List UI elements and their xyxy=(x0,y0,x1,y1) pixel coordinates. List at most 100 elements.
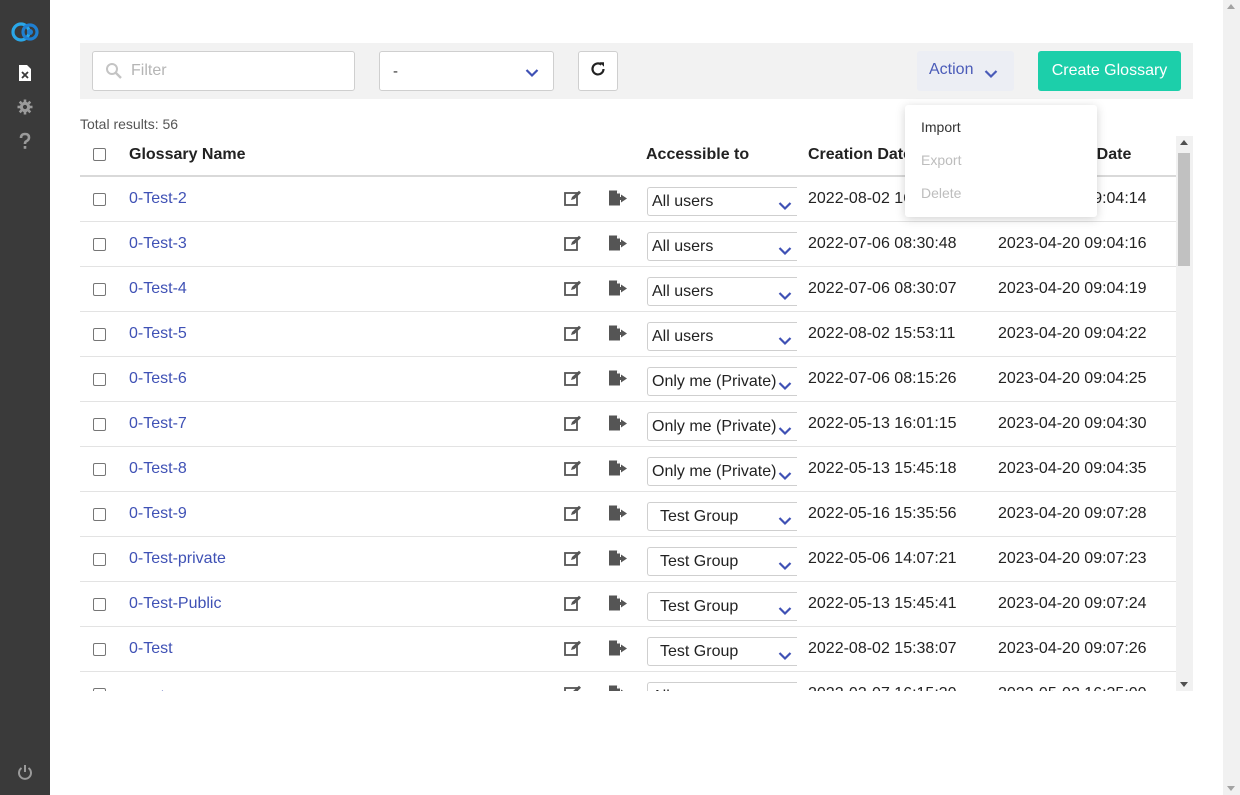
table-row[interactable]: 0-Test-3 All users 2022-07-06 08:30:48 2023… xyxy=(80,222,1176,267)
table-row[interactable]: 0-Test-8 Only me (Private) 2022-05-13 15:4… xyxy=(80,447,1176,492)
export-icon[interactable] xyxy=(608,415,628,436)
row-checkbox[interactable] xyxy=(93,328,106,341)
export-icon[interactable] xyxy=(608,640,628,661)
modification-date: 2023-04-20 09:07:23 xyxy=(998,550,1147,567)
access-select[interactable]: All users xyxy=(647,322,797,351)
creation-date: 2022-05-13 15:45:41 xyxy=(808,595,957,612)
table-row[interactable]: 0-用語xyzl All users 2022-03-07 16:15:30 2023… xyxy=(80,672,1176,691)
header-accessible-to[interactable]: Accessible to xyxy=(646,146,749,164)
scroll-down-arrow-icon[interactable] xyxy=(1180,682,1188,687)
glossary-name-link[interactable]: 0-Test-9 xyxy=(129,505,187,523)
table-scrollbar[interactable] xyxy=(1176,136,1193,691)
chevron-down-icon xyxy=(778,558,792,576)
row-checkbox[interactable] xyxy=(93,553,106,566)
row-checkbox[interactable] xyxy=(93,463,106,476)
glossary-name-link[interactable]: 0-Test-3 xyxy=(129,235,187,253)
access-select[interactable]: Test Group xyxy=(647,502,797,531)
scroll-up-arrow-icon[interactable] xyxy=(1180,140,1188,145)
edit-icon[interactable] xyxy=(564,280,582,301)
edit-icon[interactable] xyxy=(564,415,582,436)
access-select[interactable]: Only me (Private) xyxy=(647,457,797,486)
edit-icon[interactable] xyxy=(564,235,582,256)
row-checkbox[interactable] xyxy=(93,643,106,656)
header-creation-date[interactable]: Creation Date xyxy=(808,146,912,164)
export-icon[interactable] xyxy=(608,685,628,691)
menu-item-import[interactable]: Import xyxy=(921,119,961,135)
creation-date: 2022-08-02 15:38:07 xyxy=(808,640,957,657)
header-glossary-name[interactable]: Glossary Name xyxy=(129,146,246,164)
edit-icon[interactable] xyxy=(564,550,582,571)
access-select[interactable]: Only me (Private) xyxy=(647,367,797,396)
power-icon[interactable] xyxy=(0,762,50,782)
edit-icon[interactable] xyxy=(564,370,582,391)
row-checkbox[interactable] xyxy=(93,193,106,206)
access-select[interactable]: All users xyxy=(647,187,797,216)
glossary-name-link[interactable]: 0-Test-8 xyxy=(129,460,187,478)
export-icon[interactable] xyxy=(608,460,628,481)
scrollbar-thumb[interactable] xyxy=(1178,153,1190,266)
access-select[interactable]: Test Group xyxy=(647,547,797,576)
export-icon[interactable] xyxy=(608,280,628,301)
create-glossary-button[interactable]: Create Glossary xyxy=(1038,51,1181,91)
edit-icon[interactable] xyxy=(564,595,582,616)
export-icon[interactable] xyxy=(608,325,628,346)
access-select[interactable]: Only me (Private) xyxy=(647,412,797,441)
table-row[interactable]: 0-Test Test Group 2022-08-02 15:38:07 2023-… xyxy=(80,627,1176,672)
action-button-label: Action xyxy=(929,61,974,78)
table-row[interactable]: 0-Test-Public Test Group 2022-05-13 15:45:… xyxy=(80,582,1176,627)
row-checkbox[interactable] xyxy=(93,373,106,386)
table-row[interactable]: 0-Test-5 All users 2022-08-02 15:53:11 2023… xyxy=(80,312,1176,357)
row-checkbox[interactable] xyxy=(93,418,106,431)
edit-icon[interactable] xyxy=(564,325,582,346)
table-row[interactable]: 0-Test-7 Only me (Private) 2022-05-13 16:0… xyxy=(80,402,1176,447)
edit-icon[interactable] xyxy=(564,460,582,481)
export-icon[interactable] xyxy=(608,595,628,616)
gear-icon[interactable] xyxy=(0,97,50,117)
scroll-down-arrow-icon[interactable] xyxy=(1227,786,1235,791)
edit-icon[interactable] xyxy=(564,685,582,691)
export-icon[interactable] xyxy=(608,190,628,211)
glossary-name-link[interactable]: 0-Test-4 xyxy=(129,280,187,298)
glossary-name-link[interactable]: 0-Test-private xyxy=(129,550,226,568)
filter-input[interactable] xyxy=(131,60,341,82)
edit-icon[interactable] xyxy=(564,190,582,211)
access-select-value: All users xyxy=(652,238,714,255)
access-select[interactable]: Test Group xyxy=(647,637,797,666)
access-select[interactable]: All users xyxy=(647,277,797,306)
export-icon[interactable] xyxy=(608,550,628,571)
table-row[interactable]: 0-Test-private Test Group 2022-05-06 14:07… xyxy=(80,537,1176,582)
glossary-name-link[interactable]: 0-Test-Public xyxy=(129,595,221,613)
row-checkbox[interactable] xyxy=(93,508,106,521)
access-select[interactable]: All users xyxy=(647,682,797,691)
glossary-name-link[interactable]: 0-Test-6 xyxy=(129,370,187,388)
page-scrollbar[interactable] xyxy=(1223,0,1240,795)
access-select[interactable]: All users xyxy=(647,232,797,261)
category-select[interactable]: - xyxy=(379,51,554,91)
filter-field[interactable] xyxy=(92,51,355,91)
table-row[interactable]: 0-Test-4 All users 2022-07-06 08:30:07 2023… xyxy=(80,267,1176,312)
app-logo-icon[interactable] xyxy=(0,18,50,46)
row-checkbox[interactable] xyxy=(93,598,106,611)
export-icon[interactable] xyxy=(608,505,628,526)
row-checkbox[interactable] xyxy=(93,688,106,691)
access-select[interactable]: Test Group xyxy=(647,592,797,621)
row-checkbox[interactable] xyxy=(93,238,106,251)
export-icon[interactable] xyxy=(608,235,628,256)
edit-icon[interactable] xyxy=(564,505,582,526)
table-row[interactable]: 0-Test-6 Only me (Private) 2022-07-06 08:1… xyxy=(80,357,1176,402)
scroll-up-arrow-icon[interactable] xyxy=(1227,4,1235,9)
help-icon[interactable] xyxy=(0,131,50,151)
glossary-name-link[interactable]: 0-Test-2 xyxy=(129,190,187,208)
glossary-file-icon[interactable] xyxy=(0,63,50,83)
glossary-name-link[interactable]: 0-Test-7 xyxy=(129,415,187,433)
edit-icon[interactable] xyxy=(564,640,582,661)
row-checkbox[interactable] xyxy=(93,283,106,296)
refresh-button[interactable] xyxy=(578,51,618,91)
select-all-checkbox[interactable] xyxy=(93,148,106,161)
action-button[interactable]: Action xyxy=(917,51,1014,91)
table-row[interactable]: 0-Test-9 Test Group 2022-05-16 15:35:56 202… xyxy=(80,492,1176,537)
export-icon[interactable] xyxy=(608,370,628,391)
glossary-name-link[interactable]: 0-用語xyzl xyxy=(129,685,203,691)
glossary-name-link[interactable]: 0-Test-5 xyxy=(129,325,187,343)
glossary-name-link[interactable]: 0-Test xyxy=(129,640,173,658)
